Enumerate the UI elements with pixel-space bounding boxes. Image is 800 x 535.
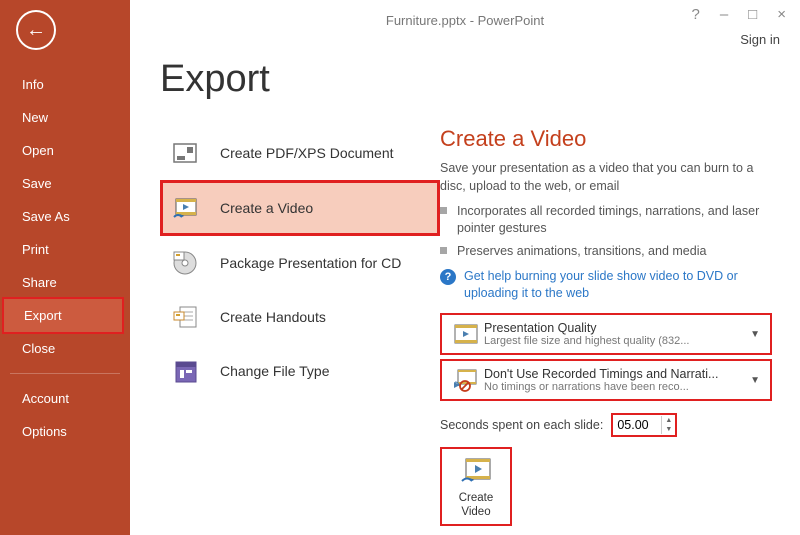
quality-subtitle: Largest file size and highest quality (8… bbox=[484, 335, 746, 347]
spinner-down-icon[interactable]: ▼ bbox=[662, 425, 675, 434]
timings-subtitle: No timings or narrations have been reco.… bbox=[484, 381, 746, 393]
export-option-label: Change File Type bbox=[220, 363, 329, 379]
bullet-square-icon bbox=[440, 247, 447, 254]
video-icon bbox=[168, 191, 202, 225]
export-option-label: Package Presentation for CD bbox=[220, 255, 401, 271]
detail-subtitle: Save your presentation as a video that y… bbox=[440, 160, 772, 195]
back-arrow-icon: ← bbox=[26, 19, 46, 42]
timings-icon bbox=[448, 368, 484, 392]
window-title: Furniture.pptx - PowerPoint bbox=[386, 13, 544, 28]
nav-print[interactable]: Print bbox=[0, 233, 130, 266]
nav-info[interactable]: Info bbox=[0, 68, 130, 101]
nav-export[interactable]: Export bbox=[2, 297, 124, 334]
export-option-cd[interactable]: Package Presentation for CD bbox=[160, 236, 440, 290]
export-option-filetype[interactable]: Change File Type bbox=[160, 344, 440, 398]
cd-icon bbox=[168, 246, 202, 280]
export-option-handouts[interactable]: Create Handouts bbox=[160, 290, 440, 344]
restore-button[interactable]: □ bbox=[748, 6, 757, 23]
bullet-item: Incorporates all recorded timings, narra… bbox=[440, 203, 772, 237]
nav-save-as[interactable]: Save As bbox=[0, 200, 130, 233]
nav-open[interactable]: Open bbox=[0, 134, 130, 167]
pdfxps-icon bbox=[168, 136, 202, 170]
help-link-row: ? Get help burning your slide show video… bbox=[440, 268, 772, 302]
nav-account[interactable]: Account bbox=[0, 382, 130, 415]
handouts-icon bbox=[168, 300, 202, 334]
create-video-label: Create Video bbox=[444, 492, 508, 520]
quality-icon bbox=[448, 322, 484, 346]
create-video-button[interactable]: Create Video bbox=[440, 447, 512, 526]
seconds-label: Seconds spent on each slide: bbox=[440, 418, 603, 432]
nav-share[interactable]: Share bbox=[0, 266, 130, 299]
bullet-item: Preserves animations, transitions, and m… bbox=[440, 243, 772, 260]
back-button[interactable]: ← bbox=[16, 10, 56, 50]
quality-title: Presentation Quality bbox=[484, 321, 746, 335]
minimize-button[interactable]: – bbox=[720, 6, 728, 23]
seconds-input[interactable] bbox=[613, 418, 661, 432]
nav-separator bbox=[10, 373, 120, 374]
export-options-list: Create PDF/XPS Document Create a Video P… bbox=[160, 52, 440, 535]
bullet-text: Preserves animations, transitions, and m… bbox=[457, 243, 706, 260]
timings-title: Don't Use Recorded Timings and Narrati..… bbox=[484, 367, 746, 381]
export-option-label: Create Handouts bbox=[220, 309, 326, 325]
spinner-up-icon[interactable]: ▲ bbox=[662, 416, 675, 425]
bullet-text: Incorporates all recorded timings, narra… bbox=[457, 203, 772, 237]
chevron-down-icon: ▼ bbox=[746, 375, 764, 386]
nav-save[interactable]: Save bbox=[0, 167, 130, 200]
nav-new[interactable]: New bbox=[0, 101, 130, 134]
detail-title: Create a Video bbox=[440, 126, 772, 152]
quality-dropdown[interactable]: Presentation Quality Largest file size a… bbox=[440, 313, 772, 355]
help-link[interactable]: Get help burning your slide show video t… bbox=[464, 268, 772, 302]
nav-close[interactable]: Close bbox=[0, 332, 130, 365]
export-option-label: Create PDF/XPS Document bbox=[220, 145, 394, 161]
export-option-label: Create a Video bbox=[220, 200, 313, 216]
close-window-button[interactable]: × bbox=[777, 6, 786, 23]
bullet-square-icon bbox=[440, 207, 447, 214]
seconds-spinner[interactable]: ▲ ▼ bbox=[611, 413, 677, 437]
export-option-video[interactable]: Create a Video bbox=[160, 180, 440, 236]
chevron-down-icon: ▼ bbox=[746, 329, 764, 340]
sign-in-link[interactable]: Sign in bbox=[740, 32, 780, 47]
page-title: Export bbox=[160, 58, 270, 101]
filetype-icon bbox=[168, 354, 202, 388]
help-button[interactable]: ? bbox=[691, 6, 699, 23]
nav-options[interactable]: Options bbox=[0, 415, 130, 448]
timings-dropdown[interactable]: Don't Use Recorded Timings and Narrati..… bbox=[440, 359, 772, 401]
export-option-pdfxps[interactable]: Create PDF/XPS Document bbox=[160, 126, 440, 180]
create-video-icon bbox=[459, 455, 493, 490]
help-info-icon: ? bbox=[440, 269, 456, 285]
